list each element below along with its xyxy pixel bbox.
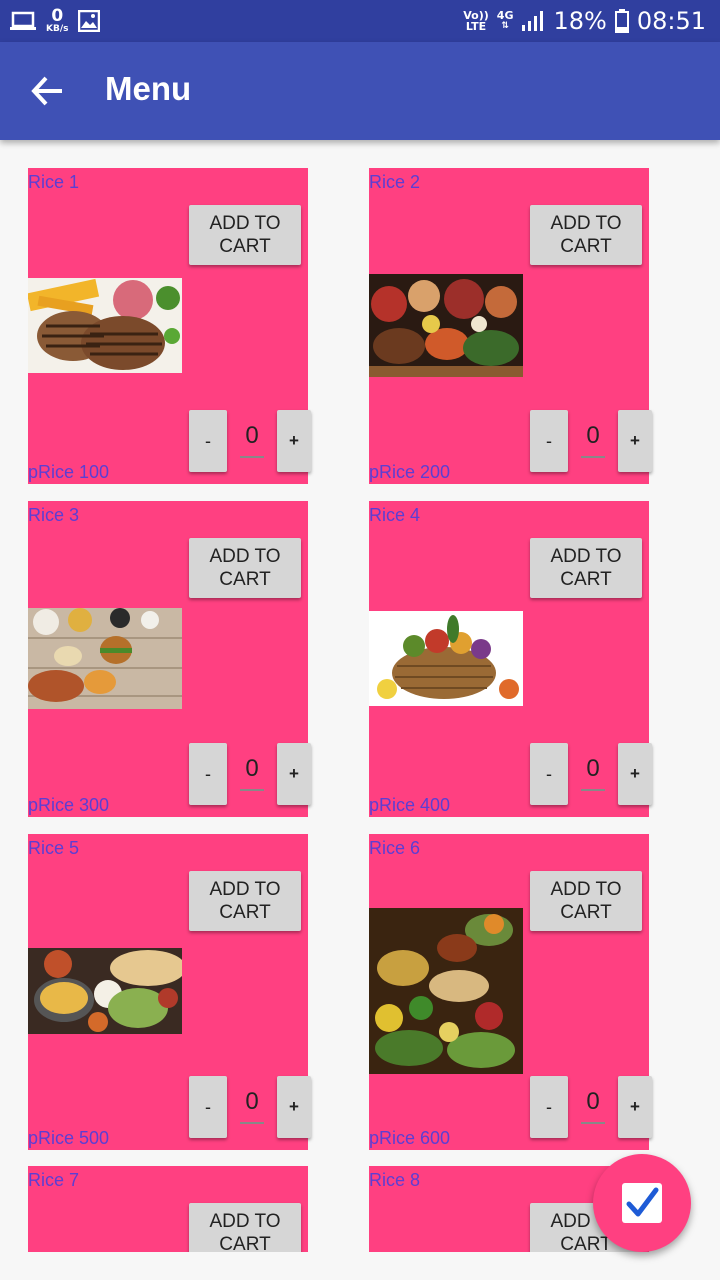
add-to-cart-button[interactable]: ADD TO CART	[530, 538, 642, 598]
product-card-rice-6: Rice 6 ADD TO CART - 0 + pRice 600	[369, 834, 652, 1150]
decrease-quantity-button[interactable]: -	[189, 410, 227, 472]
app-bar: Menu	[0, 42, 720, 140]
food-image-fruit-basket	[369, 611, 523, 706]
checkbox-checked-icon	[622, 1183, 662, 1223]
food-image-grilled-patties	[28, 278, 182, 373]
add-to-cart-button[interactable]: ADD TO CART	[189, 1203, 301, 1252]
signal-icon	[522, 11, 544, 31]
product-card-rice-7: Rice 7 ADD TO CART	[28, 1166, 308, 1252]
network-speed-value: 0	[51, 6, 64, 26]
network-speed: 0 KB/s	[46, 8, 68, 34]
product-price: pRice 200	[369, 462, 451, 482]
product-name: Rice 7	[28, 1170, 80, 1190]
status-bar: 0 KB/s Vo)) LTE 4G ⇅ 18% 08:51	[0, 0, 720, 42]
laptop-icon	[10, 11, 36, 30]
quantity-field[interactable]: 0	[240, 1088, 264, 1124]
menu-grid[interactable]: Rice 1 ADD TO CART - 0 + pRice 100 Rice …	[0, 140, 720, 1252]
add-to-cart-button[interactable]: ADD TO CART	[189, 205, 301, 265]
increase-quantity-button[interactable]: +	[277, 743, 311, 805]
product-card-rice-3: Rice 3 ADD TO CART - 0 + pRice 300	[28, 501, 311, 817]
decrease-quantity-button[interactable]: -	[189, 743, 227, 805]
product-card-rice-4: Rice 4 ADD TO CART - 0 + pRice 400	[369, 501, 652, 817]
battery-percent: 18%	[553, 7, 607, 35]
checkout-fab[interactable]	[593, 1154, 691, 1252]
increase-quantity-button[interactable]: +	[618, 1076, 652, 1138]
product-card-rice-2: Rice 2 ADD TO CART - 0 + pRice 200	[369, 168, 652, 484]
status-right: Vo)) LTE 4G ⇅ 18% 08:51	[463, 6, 706, 36]
decrease-quantity-button[interactable]: -	[530, 1076, 568, 1138]
increase-quantity-button[interactable]: +	[277, 410, 311, 472]
increase-quantity-button[interactable]: +	[618, 410, 652, 472]
quantity-field[interactable]: 0	[581, 1088, 605, 1124]
page-title: Menu	[105, 70, 192, 107]
status-left: 0 KB/s	[10, 6, 101, 36]
product-name: Rice 3	[28, 505, 80, 525]
product-card-rice-5: Rice 5 ADD TO CART - 0 + pRice 500	[28, 834, 311, 1150]
back-arrow-icon[interactable]	[30, 73, 66, 109]
decrease-quantity-button[interactable]: -	[189, 1076, 227, 1138]
product-name: Rice 6	[369, 838, 421, 858]
quantity-field[interactable]: 0	[581, 755, 605, 791]
decrease-quantity-button[interactable]: -	[530, 410, 568, 472]
add-to-cart-button[interactable]: ADD TO CART	[189, 538, 301, 598]
network-type-text: 4G	[496, 9, 514, 22]
product-name: Rice 5	[28, 838, 80, 858]
food-image-burgers-and-snacks	[28, 608, 182, 709]
quantity-field[interactable]: 0	[240, 422, 264, 458]
product-price: pRice 500	[28, 1128, 110, 1148]
network-speed-unit: KB/s	[46, 24, 69, 34]
product-name: Rice 2	[369, 172, 421, 192]
increase-quantity-button[interactable]: +	[618, 743, 652, 805]
add-to-cart-button[interactable]: ADD TO CART	[530, 871, 642, 931]
food-image-meat-and-vegetables	[369, 274, 523, 377]
product-price: pRice 300	[28, 795, 110, 815]
product-price: pRice 600	[369, 1128, 451, 1148]
volte-indicator: Vo)) LTE	[463, 10, 489, 32]
increase-quantity-button[interactable]: +	[277, 1076, 311, 1138]
product-price: pRice 100	[28, 462, 110, 482]
image-icon	[78, 10, 101, 32]
data-arrows-icon: ⇅	[501, 21, 509, 31]
clock: 08:51	[636, 7, 706, 35]
quantity-field[interactable]: 0	[240, 755, 264, 791]
decrease-quantity-button[interactable]: -	[530, 743, 568, 805]
quantity-field[interactable]: 0	[581, 422, 605, 458]
volte-bottom-text: LTE	[465, 20, 487, 33]
product-name: Rice 1	[28, 172, 80, 192]
product-price: pRice 400	[369, 795, 451, 815]
food-image-vegetable-spread	[369, 908, 523, 1074]
product-name: Rice 4	[369, 505, 421, 525]
battery-icon	[614, 9, 629, 33]
add-to-cart-button[interactable]: ADD TO CART	[530, 205, 642, 265]
product-name: Rice 8	[369, 1170, 421, 1190]
add-to-cart-button[interactable]: ADD TO CART	[189, 871, 301, 931]
product-card-rice-1: Rice 1 ADD TO CART - 0 + pRice 100	[28, 168, 311, 484]
food-image-indian-thali	[28, 948, 182, 1034]
network-type-indicator: 4G ⇅	[497, 10, 514, 32]
